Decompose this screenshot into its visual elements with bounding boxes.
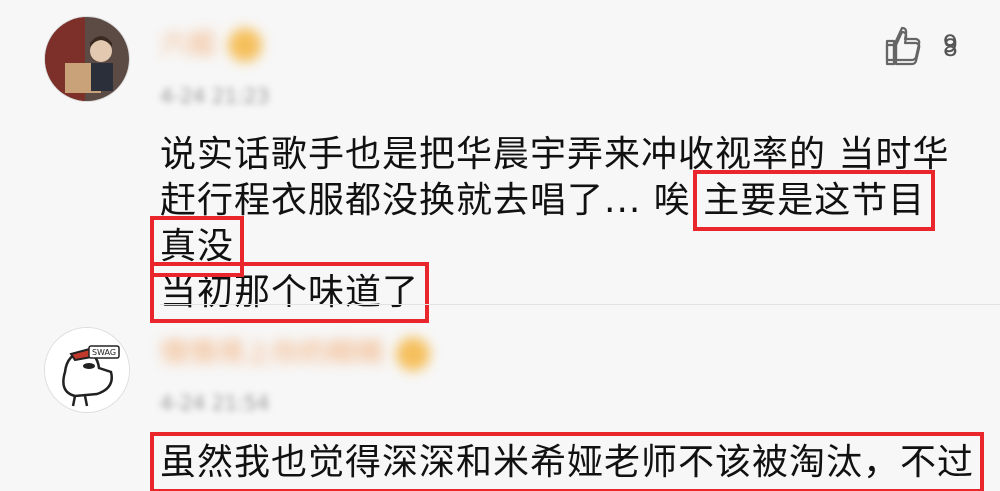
thumbs-up-icon (885, 30, 921, 66)
comment-item: 六姐 4-24 21:23 9 说实话歌手也是把华晨宇弄来冲收视率的 当时华赶行… (0, 0, 1000, 323)
author-name[interactable]: 六姐 (160, 22, 263, 62)
avatar[interactable] (44, 16, 130, 102)
like-count: 8 (942, 34, 958, 62)
like-button[interactable]: 8 (883, 28, 958, 68)
avatar[interactable]: SWAG (44, 327, 130, 413)
highlighted-text: 虽然我也觉得深深和米希娅老师不该被淘汰，不过 (149, 432, 985, 491)
vip-badge (396, 337, 431, 371)
svg-text:SWAG: SWAG (92, 348, 116, 357)
comment-item: SWAG 情情得上你的眼睛 4-24 21:54 8 虽然我也觉得深深和米希娅老… (0, 30, 1000, 491)
comment-text: 虽然我也觉得深深和米希娅老师不该被淘汰，不过 (149, 432, 985, 491)
timestamp: 4-24 21:54 (160, 391, 270, 415)
author-name[interactable]: 情情得上你的眼睛 (160, 331, 431, 371)
vip-badge (228, 28, 263, 62)
comment-text: 说实话歌手也是把华晨宇弄来冲收视率的 当时华赶行程衣服都没换就去唱了... 唉 … (149, 134, 950, 323)
timestamp: 4-24 21:23 (160, 84, 270, 108)
